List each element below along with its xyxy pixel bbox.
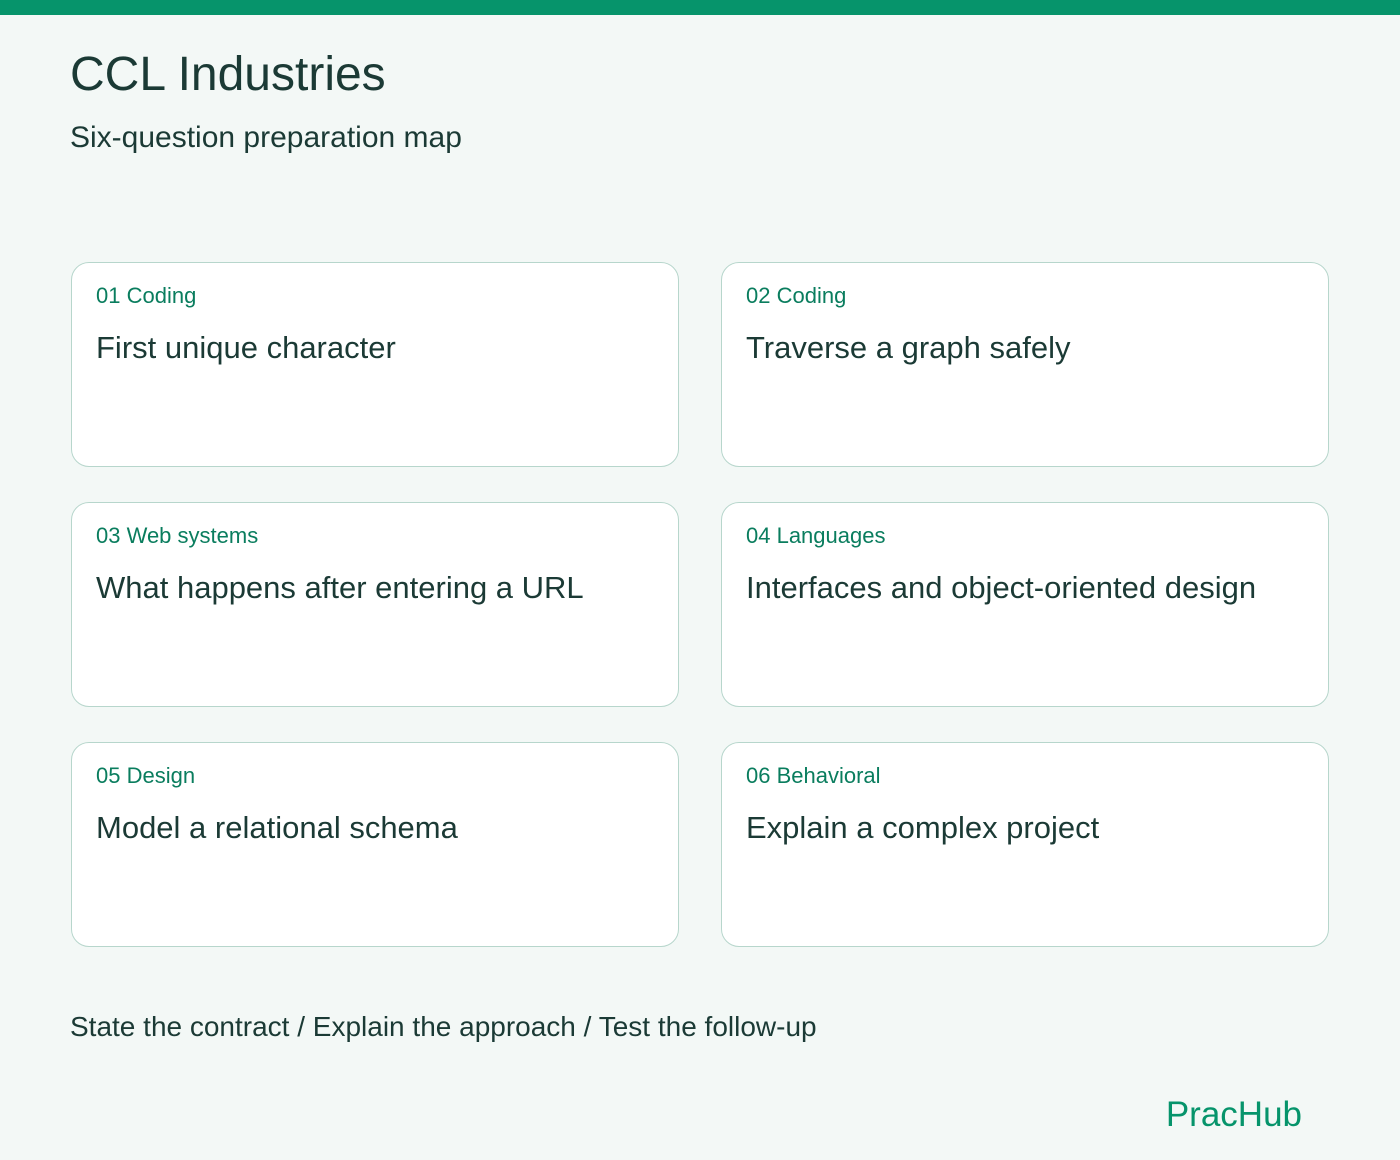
- question-card-6[interactable]: 06 Behavioral Explain a complex project: [721, 742, 1329, 947]
- question-card-tag: 05 Design: [96, 763, 196, 788]
- question-card-3[interactable]: 03 Web systems What happens after enteri…: [71, 502, 679, 707]
- top-accent-bar: [0, 0, 1400, 15]
- question-card-title: Model a relational schema: [96, 810, 458, 845]
- question-card-tag: 06 Behavioral: [746, 763, 881, 788]
- footer-note: State the contract / Explain the approac…: [70, 1011, 817, 1042]
- brand-logo-text: PracHub: [1165, 1095, 1302, 1134]
- question-card-title: First unique character: [96, 330, 396, 365]
- question-card-2[interactable]: 02 Coding Traverse a graph safely: [721, 262, 1329, 467]
- question-card-4[interactable]: 04 Languages Interfaces and object-orien…: [721, 502, 1329, 707]
- question-card-tag: 03 Web systems: [96, 523, 259, 548]
- page-title: CCL Industries: [70, 48, 386, 101]
- question-card-title: Traverse a graph safely: [746, 330, 1071, 365]
- question-card-tag: 04 Languages: [746, 523, 886, 548]
- question-card-1[interactable]: 01 Coding First unique character: [71, 262, 679, 467]
- question-card-tag: 01 Coding: [96, 283, 197, 308]
- question-card-title: Interfaces and object-oriented design: [746, 570, 1257, 605]
- question-card-title: What happens after entering a URL: [96, 570, 584, 605]
- question-card-tag: 02 Coding: [746, 283, 847, 308]
- question-card-5[interactable]: 05 Design Model a relational schema: [71, 742, 679, 947]
- question-card-title: Explain a complex project: [746, 810, 1100, 845]
- page-subtitle: Six-question preparation map: [70, 121, 462, 154]
